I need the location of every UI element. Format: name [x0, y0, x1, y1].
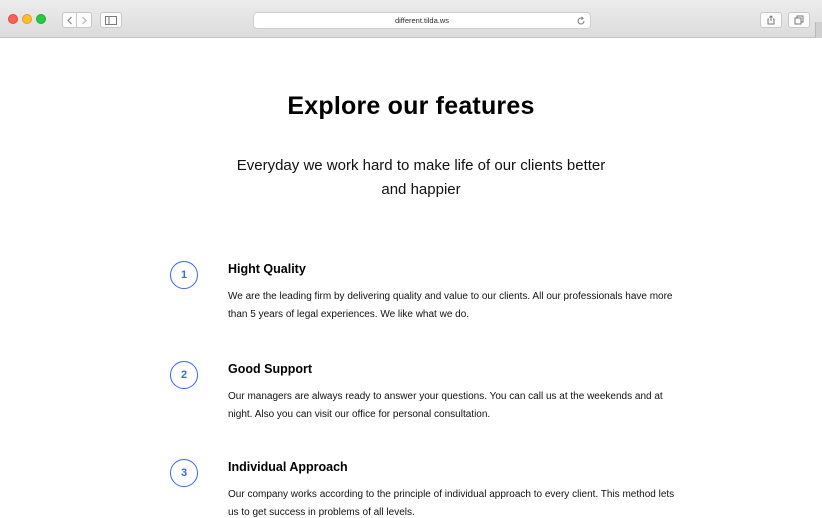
url-text: different.tilda.ws [394, 16, 450, 25]
feature-description: We are the leading firm by delivering qu… [228, 291, 673, 320]
feature-item: 1 Hight Quality We are the leading firm … [170, 261, 690, 341]
new-tab-button[interactable] [815, 22, 822, 38]
feature-description: Our managers are always ready to answer … [228, 391, 663, 420]
history-nav [62, 12, 92, 28]
feature-number-badge: 1 [170, 261, 198, 289]
feature-description: Our company works according to the princ… [228, 489, 675, 518]
address-bar[interactable]: different.tilda.ws [253, 12, 591, 29]
minimize-window-button[interactable] [22, 14, 32, 24]
back-button[interactable] [62, 12, 77, 28]
page-title: Explore our features [287, 92, 535, 120]
zoom-window-button[interactable] [36, 14, 46, 24]
sidebar-toggle-button[interactable] [100, 12, 122, 28]
browser-toolbar: different.tilda.ws [0, 0, 822, 38]
chevron-right-icon [82, 16, 87, 24]
feature-title: Individual Approach [228, 460, 348, 474]
sidebar-icon [105, 15, 117, 25]
share-button[interactable] [760, 12, 782, 28]
close-window-button[interactable] [8, 14, 18, 24]
feature-title: Good Support [228, 362, 313, 376]
feature-title: Hight Quality [228, 262, 306, 276]
feature-item: 2 Good Support Our managers are always r… [170, 361, 690, 441]
feature-item: 3 Individual Approach Our company works … [170, 459, 690, 518]
show-tabs-button[interactable] [788, 12, 810, 28]
tabs-icon [794, 15, 804, 25]
forward-button[interactable] [77, 12, 92, 28]
chevron-left-icon [66, 16, 72, 24]
page-subtitle: Everyday we work hard to make life of ou… [236, 157, 606, 198]
reload-icon[interactable] [576, 16, 586, 26]
feature-number-badge: 2 [170, 361, 198, 389]
feature-number-badge: 3 [170, 459, 198, 487]
share-icon [767, 15, 775, 25]
